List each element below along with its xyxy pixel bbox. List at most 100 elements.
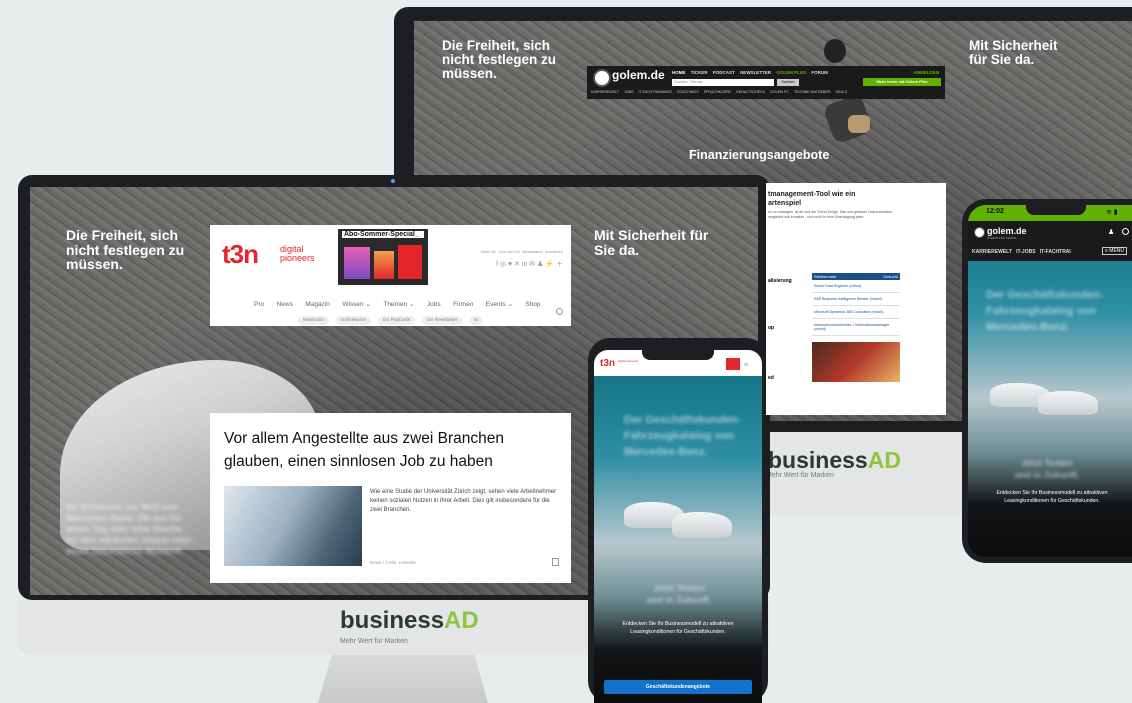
golem-subnav-item[interactable]: IT-FACHTRAININGS xyxy=(638,90,671,94)
blurred-ad-text: Ihr Schlüssel zur Welt von Mercedes-Benz… xyxy=(66,502,192,556)
user-icon[interactable]: ♟ xyxy=(1108,228,1114,236)
golem-subnav-item[interactable]: GOLEM PC xyxy=(770,90,789,94)
article-image[interactable] xyxy=(224,486,362,566)
back-article-panel: tmanagement-Tool wie ein artenspiel en z… xyxy=(766,183,946,415)
meta-time: 2 Min. Lesezeit xyxy=(385,560,416,565)
job-item[interactable]: SAP Business Intelligence Berater (m/w/d… xyxy=(812,293,900,306)
golem-subnav-item[interactable]: DEALS xyxy=(835,90,847,94)
back-headline-left: Die Freiheit, sich nicht festlegen zu mü… xyxy=(442,38,557,82)
status-time: 12:02 xyxy=(986,208,1004,215)
golem-nav-ticker[interactable]: TICKER xyxy=(691,70,708,75)
nav-item-jobs[interactable]: Jobs xyxy=(427,301,441,308)
job-item[interactable]: Microsoft Dynamics 365 Consultant (m/w/d… xyxy=(812,306,900,319)
golem-search-input[interactable]: Suchen, Thema… xyxy=(672,79,774,86)
right-phone-screen: 12:02 ≋ ▮ golem.de IT-NEWS FÜR PROFIS ♟ … xyxy=(968,205,1132,557)
nav-item-it-fachtrainings[interactable]: IT-FACHTRAI xyxy=(1040,249,1071,255)
article-teaser: Wie eine Studie der Universität Zürich z… xyxy=(370,489,557,513)
golem-logo-icon xyxy=(974,227,985,238)
util-link[interactable]: Jobs bei t3n xyxy=(498,249,520,254)
back-brand-logo: businessAD xyxy=(768,447,901,473)
promo-banner[interactable]: Abo-Sommer-Special_ xyxy=(338,229,428,285)
golem-nav-forum[interactable]: FORUM xyxy=(811,70,828,75)
golem-logo-icon xyxy=(593,69,611,87)
job-ad-image xyxy=(812,342,900,382)
center-phone-cta-button[interactable]: Geschäftskundenangebote xyxy=(604,680,752,694)
social-icons[interactable]: f ◎ ♥ ✕ in ✉ ♟ ⚡ ＋ xyxy=(496,259,563,269)
golem-subnav-item[interactable]: COACHINGS xyxy=(677,90,699,94)
pill-mastodon[interactable]: Mastodon xyxy=(298,316,330,325)
t3n-logo-sub: digital pioneers xyxy=(280,244,315,263)
car-image xyxy=(1038,391,1098,415)
job-item[interactable]: Senior Data Engineer (m/w/d) xyxy=(812,280,900,293)
job-item[interactable]: Informationssicherheits- / Informationsm… xyxy=(812,319,900,336)
pill-ki[interactable]: KI xyxy=(468,316,484,325)
golem-subnav-item[interactable]: JOBS xyxy=(624,90,633,94)
center-phone-blur-sub: Jetzt Testen und in Zukunft. xyxy=(646,583,712,605)
back-article-teaser: en zu managen, ist alt und der Trend-Ein… xyxy=(768,210,893,219)
center-phone-screen: t3n digital pioneers ≡ Der Geschäftskund… xyxy=(594,350,762,703)
nav-item-wissen[interactable]: Wissen ⌄ xyxy=(342,301,371,308)
center-phone-logo[interactable]: t3n xyxy=(600,358,615,369)
util-link[interactable]: Mediadaten xyxy=(522,249,543,254)
util-link[interactable]: Über t3n xyxy=(481,249,496,254)
front-brand-subline: Mehr Wert für Marken xyxy=(340,638,408,645)
golem-nav-home[interactable]: HOME xyxy=(672,70,686,75)
util-link[interactable]: Anmelden xyxy=(545,249,563,254)
golem-nav-newsletter[interactable]: NEWSLETTER xyxy=(740,70,771,75)
golem-plus-button[interactable]: Mehr lesen mit Golem Plus xyxy=(863,78,941,86)
monitor-stand xyxy=(318,655,488,703)
menu-button[interactable]: ≡ MENÜ xyxy=(1102,247,1128,255)
nav-item-shop[interactable]: Shop xyxy=(525,301,540,308)
nav-item-news[interactable]: News xyxy=(277,301,293,308)
right-phone-blur-sub: Jetzt Testen und in Zukunft. xyxy=(1014,458,1080,480)
nav-item-firmen[interactable]: Firmen xyxy=(453,301,473,308)
golem-search-button[interactable]: Suchen xyxy=(777,79,799,86)
search-icon[interactable] xyxy=(556,308,563,315)
golem-subnav-item[interactable]: GEHALTSCHECK xyxy=(736,90,765,94)
front-brand-logo: businessAD xyxy=(340,607,479,634)
article-meta: News • 2 Min. Lesezeit xyxy=(370,560,416,565)
nav-item-events[interactable]: Events ⌄ xyxy=(486,301,513,308)
golem-nav-podcast[interactable]: PODCAST xyxy=(713,70,735,75)
t3n-util-links: Über t3n Jobs bei t3n Mediadaten Anmelde… xyxy=(481,249,563,254)
job-box: Stellenmarkt Gesucht Senior Data Enginee… xyxy=(812,273,900,413)
right-phone-logo[interactable]: golem.de xyxy=(987,226,1027,236)
nav-item-pro[interactable]: Pro xyxy=(254,301,264,308)
golem-subnav-item[interactable]: TECHNIK-RATGEBER xyxy=(794,90,830,94)
center-phone-notch xyxy=(642,350,714,360)
pill-podcasts[interactable]: t3n Podcasts xyxy=(377,316,416,325)
center-phone-caption: Entdecken Sie Ihr Businessmodell zu attr… xyxy=(622,621,734,635)
right-phone-nav: KARRIEREWELT IT-JOBS IT-FACHTRAI xyxy=(972,249,1071,255)
nav-item-themen[interactable]: Themen ⌄ xyxy=(383,301,414,308)
pill-onlinekurse[interactable]: Onlinekurse xyxy=(335,316,372,325)
t3n-article-card: Vor allem Angestellte aus zwei Branchen … xyxy=(210,413,571,583)
meta-type: News xyxy=(370,560,382,565)
back-article-title: tmanagement-Tool wie ein artenspiel xyxy=(768,191,856,207)
golem-logo[interactable]: golem.de xyxy=(612,68,665,82)
back-brand-subline: Mehr Wert für Marken xyxy=(766,472,834,479)
golem-subnav: KARRIEREWELT JOBS IT-FACHTRAININGS COACH… xyxy=(591,90,851,94)
t3n-logo[interactable]: t3n xyxy=(222,239,259,270)
golem-nav-plus[interactable]: GOLEM PLUS xyxy=(776,70,806,75)
hamburger-icon[interactable]: ≡ xyxy=(744,362,748,369)
golem-subnav-item[interactable]: SPRACHKURSE xyxy=(704,90,731,94)
bookmark-icon[interactable] xyxy=(552,558,559,566)
nav-item-magazin[interactable]: Magazin xyxy=(305,301,330,308)
nav-item-karrierewelt[interactable]: KARRIEREWELT xyxy=(972,249,1012,255)
center-phone-ad-thumb xyxy=(726,358,740,370)
nav-item-it-jobs[interactable]: IT-JOBS xyxy=(1016,249,1035,255)
camera-dot xyxy=(391,179,395,183)
back-headline-right: Mit Sicherheit für Sie da. xyxy=(969,38,1058,68)
right-phone-caption: Entdecken Sie Ihr Businessmodell zu attr… xyxy=(996,490,1108,504)
golem-subnav-item[interactable]: KARRIEREWELT xyxy=(591,90,619,94)
search-icon[interactable] xyxy=(1122,228,1129,235)
golem-login[interactable]: ANMELDEN xyxy=(914,70,940,75)
front-headline-left: Die Freiheit, sich nicht festlegen zu mü… xyxy=(66,227,185,273)
pill-newsletter[interactable]: t3n Newsletter xyxy=(421,316,463,325)
center-phone-logo-sub: digital pioneers xyxy=(618,359,639,363)
promo-label: Abo-Sommer-Special_ xyxy=(342,231,424,238)
center-phone-blur-headline: Der Geschäftskunden-Fahrzeugkatalog von … xyxy=(624,414,742,458)
right-phone-tagline: IT-NEWS FÜR PROFIS xyxy=(987,236,1017,240)
golem-nav: HOME TICKER PODCAST NEWSLETTER GOLEM PLU… xyxy=(672,70,832,75)
article-title[interactable]: Vor allem Angestellte aus zwei Branchen … xyxy=(224,427,544,473)
